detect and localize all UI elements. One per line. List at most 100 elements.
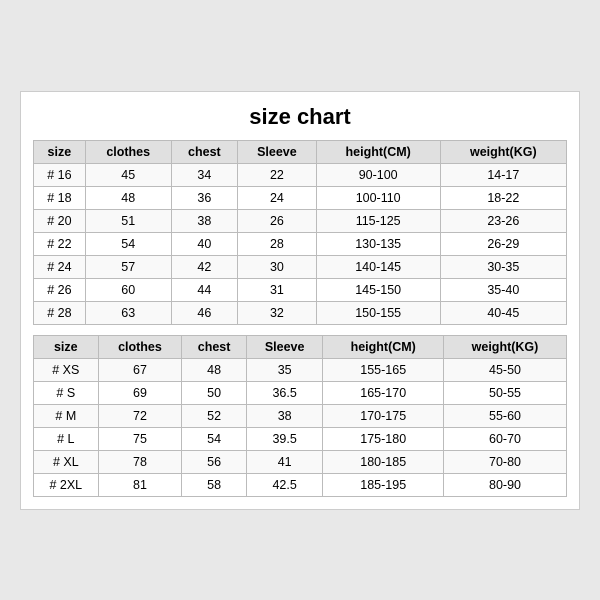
table-cell: 14-17 <box>440 163 566 186</box>
table-cell: # 26 <box>34 278 86 301</box>
table1-header-row: sizeclotheschestSleeveheight(CM)weight(K… <box>34 140 567 163</box>
table-cell: # 20 <box>34 209 86 232</box>
table-cell: # 24 <box>34 255 86 278</box>
table-cell: 23-26 <box>440 209 566 232</box>
table-cell: 28 <box>238 232 317 255</box>
table-cell: 57 <box>85 255 171 278</box>
table-cell: 150-155 <box>316 301 440 324</box>
size-chart-card: size chart sizeclotheschestSleeveheight(… <box>20 91 580 510</box>
table-cell: 100-110 <box>316 186 440 209</box>
table1-header-cell: chest <box>171 140 237 163</box>
table-cell: 45-50 <box>443 358 566 381</box>
table2-header-cell: clothes <box>98 335 182 358</box>
table-cell: 44 <box>171 278 237 301</box>
table-cell: 40-45 <box>440 301 566 324</box>
table-row: # 20513826115-12523-26 <box>34 209 567 232</box>
table-row: # M725238170-17555-60 <box>34 404 567 427</box>
table-cell: 22 <box>238 163 317 186</box>
table1-header-cell: Sleeve <box>238 140 317 163</box>
table-row: # 1645342290-10014-17 <box>34 163 567 186</box>
table2-header-cell: chest <box>182 335 247 358</box>
table-cell: 90-100 <box>316 163 440 186</box>
table-gap <box>33 325 567 335</box>
table1-header-cell: clothes <box>85 140 171 163</box>
table-cell: # S <box>34 381 99 404</box>
table-cell: 38 <box>246 404 323 427</box>
table-cell: 45 <box>85 163 171 186</box>
table-cell: 32 <box>238 301 317 324</box>
table-cell: 40 <box>171 232 237 255</box>
table-cell: 48 <box>85 186 171 209</box>
table-cell: 80-90 <box>443 473 566 496</box>
table-cell: 165-170 <box>323 381 444 404</box>
table-cell: 26-29 <box>440 232 566 255</box>
table-cell: 60 <box>85 278 171 301</box>
table-cell: 42 <box>171 255 237 278</box>
table-cell: 185-195 <box>323 473 444 496</box>
table-cell: 35 <box>246 358 323 381</box>
table-row: # 24574230140-14530-35 <box>34 255 567 278</box>
table-cell: 67 <box>98 358 182 381</box>
table-cell: 36 <box>171 186 237 209</box>
size-table-2: sizeclotheschestSleeveheight(CM)weight(K… <box>33 335 567 497</box>
table-cell: 34 <box>171 163 237 186</box>
table-cell: 58 <box>182 473 247 496</box>
size-table-1: sizeclotheschestSleeveheight(CM)weight(K… <box>33 140 567 325</box>
table-cell: 39.5 <box>246 427 323 450</box>
table-cell: 69 <box>98 381 182 404</box>
table-cell: 145-150 <box>316 278 440 301</box>
table-cell: 38 <box>171 209 237 232</box>
table2-header-cell: height(CM) <box>323 335 444 358</box>
table-cell: 35-40 <box>440 278 566 301</box>
table1-body: # 1645342290-10014-17# 18483624100-11018… <box>34 163 567 324</box>
table-cell: # M <box>34 404 99 427</box>
table-row: # 26604431145-15035-40 <box>34 278 567 301</box>
chart-title: size chart <box>33 104 567 130</box>
table-cell: # 22 <box>34 232 86 255</box>
table-cell: 50-55 <box>443 381 566 404</box>
table2-header-row: sizeclotheschestSleeveheight(CM)weight(K… <box>34 335 567 358</box>
table1-header-cell: weight(KG) <box>440 140 566 163</box>
table2-header-cell: Sleeve <box>246 335 323 358</box>
table-row: # L755439.5175-18060-70 <box>34 427 567 450</box>
table1-header-cell: size <box>34 140 86 163</box>
table-cell: 81 <box>98 473 182 496</box>
table-cell: 130-135 <box>316 232 440 255</box>
table-cell: 140-145 <box>316 255 440 278</box>
table-row: # XL785641180-18570-80 <box>34 450 567 473</box>
table-cell: 24 <box>238 186 317 209</box>
table-cell: 180-185 <box>323 450 444 473</box>
table-cell: 52 <box>182 404 247 427</box>
table2-header-cell: weight(KG) <box>443 335 566 358</box>
table-cell: 18-22 <box>440 186 566 209</box>
table-cell: 46 <box>171 301 237 324</box>
table-cell: 30-35 <box>440 255 566 278</box>
table-cell: 26 <box>238 209 317 232</box>
table-row: # S695036.5165-17050-55 <box>34 381 567 404</box>
table-cell: 54 <box>85 232 171 255</box>
table-row: # 2XL815842.5185-19580-90 <box>34 473 567 496</box>
table-cell: 72 <box>98 404 182 427</box>
table-cell: 51 <box>85 209 171 232</box>
table-cell: # XS <box>34 358 99 381</box>
table-cell: 56 <box>182 450 247 473</box>
table-cell: 70-80 <box>443 450 566 473</box>
table-cell: 42.5 <box>246 473 323 496</box>
table-row: # 18483624100-11018-22 <box>34 186 567 209</box>
table-cell: 54 <box>182 427 247 450</box>
table-cell: 155-165 <box>323 358 444 381</box>
table-cell: 50 <box>182 381 247 404</box>
table-cell: # 16 <box>34 163 86 186</box>
table-row: # XS674835155-16545-50 <box>34 358 567 381</box>
table-row: # 22544028130-13526-29 <box>34 232 567 255</box>
table-cell: 55-60 <box>443 404 566 427</box>
table2-header-cell: size <box>34 335 99 358</box>
table-cell: 63 <box>85 301 171 324</box>
table-cell: 48 <box>182 358 247 381</box>
table-cell: # 2XL <box>34 473 99 496</box>
table-row: # 28634632150-15540-45 <box>34 301 567 324</box>
table2-body: # XS674835155-16545-50# S695036.5165-170… <box>34 358 567 496</box>
table-cell: 60-70 <box>443 427 566 450</box>
table-cell: 78 <box>98 450 182 473</box>
table-cell: 36.5 <box>246 381 323 404</box>
